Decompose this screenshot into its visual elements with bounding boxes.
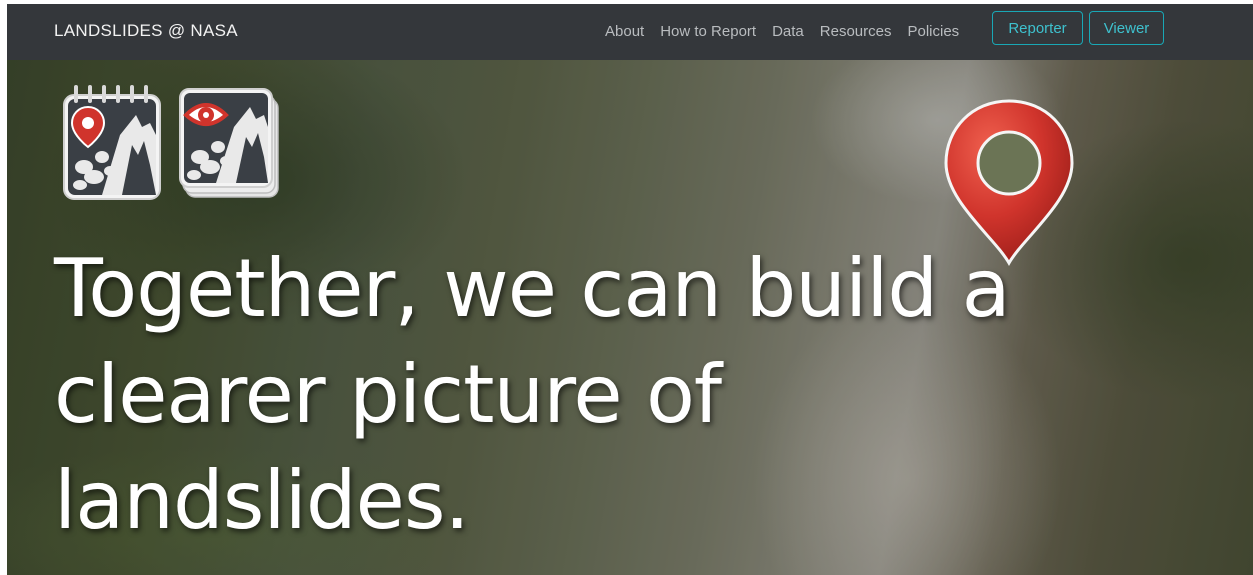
nav-links: About How to Report Data Resources Polic… [605,23,959,40]
landslide-reporter-app-icon[interactable] [62,85,162,201]
brand-link[interactable]: LANDSLIDES @ NASA [54,21,238,41]
page-frame: LANDSLIDES @ NASA About How to Report Da… [7,4,1253,575]
nav-link-data[interactable]: Data [772,23,804,40]
top-navbar: LANDSLIDES @ NASA About How to Report Da… [7,4,1253,60]
nav-link-about[interactable]: About [605,23,644,40]
nav-link-how-to-report[interactable]: How to Report [660,23,756,40]
nav-link-resources[interactable]: Resources [820,23,892,40]
reporter-button[interactable]: Reporter [992,11,1083,45]
hero-headline: Together, we can build a clearer picture… [54,242,1011,547]
viewer-button[interactable]: Viewer [1089,11,1164,45]
landslide-viewer-app-icon[interactable] [178,87,280,199]
nav-link-policies[interactable]: Policies [907,23,959,40]
